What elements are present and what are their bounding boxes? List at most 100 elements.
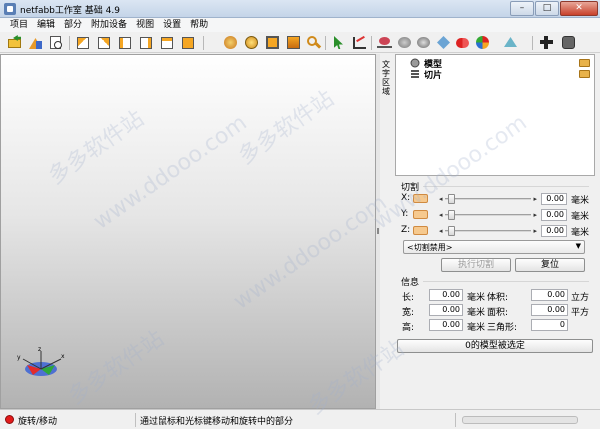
axis-label-y: Y: bbox=[401, 209, 409, 219]
folder-icon[interactable] bbox=[579, 59, 590, 67]
properties-panel: 切割 X: ◂ ▸ 0.00 毫米 Y: ◂ ▸ 0.00 毫米 Z: ◂ ▸ … bbox=[395, 178, 595, 409]
view-left-icon[interactable] bbox=[118, 35, 133, 50]
view-right-icon[interactable] bbox=[139, 35, 154, 50]
add-icon[interactable] bbox=[539, 35, 554, 50]
menu-project[interactable]: 项目 bbox=[6, 18, 33, 32]
transform-icon[interactable] bbox=[286, 35, 301, 50]
side-tab[interactable]: 文字区域 bbox=[380, 54, 394, 174]
splitter-grip[interactable] bbox=[377, 228, 379, 234]
menu-edit[interactable]: 编辑 bbox=[33, 18, 60, 32]
cut-value-z[interactable]: 0.00 bbox=[541, 225, 567, 237]
settings-icon[interactable] bbox=[561, 35, 576, 50]
cut-color-y[interactable] bbox=[413, 210, 428, 219]
cut-value-x[interactable]: 0.00 bbox=[541, 193, 567, 205]
cut-slider-x[interactable]: ◂ ▸ bbox=[439, 194, 537, 204]
project-tree[interactable]: 模型 切片 bbox=[395, 54, 595, 176]
add-part-icon[interactable] bbox=[28, 35, 43, 50]
minimize-button[interactable]: – bbox=[510, 1, 534, 16]
cut-slider-z[interactable]: ◂ ▸ bbox=[439, 226, 537, 236]
length-value: 0.00 bbox=[429, 289, 463, 301]
analysis-icon[interactable] bbox=[244, 35, 259, 50]
section-divider bbox=[423, 281, 589, 282]
svg-text:z: z bbox=[38, 347, 41, 353]
select-icon[interactable] bbox=[331, 35, 346, 50]
volume-value: 0.00 bbox=[531, 289, 568, 301]
slider-thumb[interactable] bbox=[448, 194, 455, 204]
close-button[interactable]: ✕ bbox=[560, 1, 598, 16]
unit-label: 毫米 bbox=[571, 196, 590, 206]
selection-status-button[interactable]: 0的模型被选定 bbox=[397, 339, 593, 353]
height-value: 0.00 bbox=[429, 319, 463, 331]
cut-icon[interactable] bbox=[377, 35, 392, 50]
window-title: netfabb工作室 基础 4.9 bbox=[20, 6, 120, 16]
area-label: 面积: bbox=[487, 308, 509, 318]
cut-mode-select[interactable]: <切割禁用> ▼ bbox=[403, 240, 585, 254]
status-divider bbox=[455, 413, 456, 427]
slider-right-arrow[interactable]: ▸ bbox=[533, 226, 537, 236]
measure-icon[interactable] bbox=[352, 35, 367, 50]
volume-label: 体积: bbox=[487, 293, 509, 303]
slider-right-arrow[interactable]: ▸ bbox=[533, 194, 537, 204]
mesh-icon[interactable] bbox=[397, 35, 412, 50]
execute-cut-button[interactable]: 执行切割 bbox=[441, 258, 511, 272]
view-back-icon[interactable] bbox=[97, 35, 112, 50]
view-top-icon[interactable] bbox=[160, 35, 175, 50]
models-icon bbox=[410, 58, 420, 68]
area-value: 0.00 bbox=[531, 304, 568, 316]
tree-item-slices[interactable]: 切片 bbox=[410, 68, 443, 81]
menu-bar: 项目 编辑 部分 附加设备 视图 设置 帮助 bbox=[0, 18, 600, 32]
view-front-icon[interactable] bbox=[76, 35, 91, 50]
maximize-button[interactable]: □ bbox=[535, 1, 559, 16]
scale-icon[interactable] bbox=[265, 35, 280, 50]
cut-value-y[interactable]: 0.00 bbox=[541, 209, 567, 221]
axis-label-z: Z: bbox=[401, 225, 411, 235]
cut-slider-y[interactable]: ◂ ▸ bbox=[439, 210, 537, 220]
section-icon[interactable] bbox=[475, 35, 490, 50]
area-unit: 平方 bbox=[571, 308, 590, 318]
app-icon[interactable] bbox=[4, 3, 16, 15]
info-section-title: 信息 bbox=[401, 278, 420, 288]
support-icon[interactable] bbox=[436, 35, 451, 50]
3d-viewport[interactable]: z y x bbox=[0, 54, 376, 409]
slider-left-arrow[interactable]: ◂ bbox=[439, 194, 443, 204]
folder-icon[interactable] bbox=[579, 70, 590, 78]
status-divider bbox=[135, 413, 136, 427]
project-info-icon[interactable] bbox=[48, 35, 63, 50]
unit-label: 毫米 bbox=[571, 212, 590, 222]
align-icon[interactable] bbox=[416, 35, 431, 50]
chevron-down-icon: ▼ bbox=[575, 242, 581, 250]
menu-extras[interactable]: 附加设备 bbox=[87, 18, 132, 32]
menu-part[interactable]: 部分 bbox=[60, 18, 87, 32]
status-scrollbar[interactable] bbox=[462, 416, 578, 424]
repair-icon[interactable] bbox=[223, 35, 238, 50]
tree-item-label: 切片 bbox=[424, 70, 443, 81]
slider-thumb[interactable] bbox=[448, 210, 455, 220]
slider-thumb[interactable] bbox=[448, 226, 455, 236]
export-icon[interactable] bbox=[503, 35, 518, 50]
slider-track bbox=[445, 214, 531, 216]
svg-text:x: x bbox=[61, 353, 65, 360]
slider-track bbox=[445, 198, 531, 200]
side-tab-label: 文字区域 bbox=[382, 60, 390, 96]
cut-color-z[interactable] bbox=[413, 226, 428, 235]
cut-color-x[interactable] bbox=[413, 194, 428, 203]
status-mode: 旋转/移动 bbox=[18, 417, 58, 427]
height-unit: 毫米 bbox=[467, 323, 486, 333]
status-hint: 通过鼠标和光标键移动和旋转中的部分 bbox=[140, 417, 294, 427]
zoom-icon[interactable] bbox=[306, 35, 322, 50]
menu-view[interactable]: 视图 bbox=[132, 18, 159, 32]
slider-left-arrow[interactable]: ◂ bbox=[439, 210, 443, 220]
slider-right-arrow[interactable]: ▸ bbox=[533, 210, 537, 220]
view-bottom-icon[interactable] bbox=[181, 35, 196, 50]
boolean-icon[interactable] bbox=[455, 35, 470, 50]
length-label: 长: bbox=[402, 293, 415, 303]
width-label: 宽: bbox=[402, 308, 415, 318]
width-unit: 毫米 bbox=[467, 308, 486, 318]
open-icon[interactable] bbox=[7, 35, 22, 50]
status-bar: 旋转/移动 通过鼠标和光标键移动和旋转中的部分 bbox=[0, 409, 600, 429]
menu-settings[interactable]: 设置 bbox=[159, 18, 186, 32]
menu-help[interactable]: 帮助 bbox=[186, 18, 213, 32]
reset-button[interactable]: 复位 bbox=[515, 258, 585, 272]
slices-icon bbox=[411, 70, 419, 78]
slider-left-arrow[interactable]: ◂ bbox=[439, 226, 443, 236]
